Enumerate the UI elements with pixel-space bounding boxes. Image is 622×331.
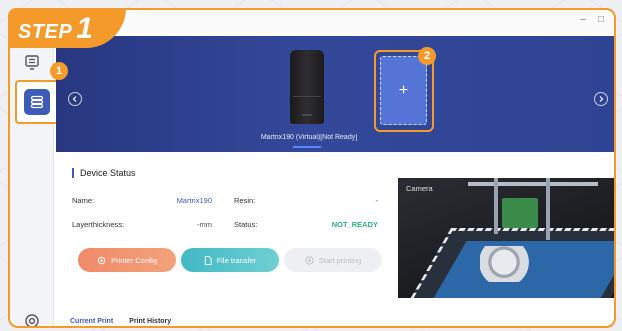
sidebar xyxy=(10,10,59,326)
printer-led xyxy=(302,114,312,116)
printer-label: Martrix190 (Virtual)[Not Ready] xyxy=(260,134,358,141)
printer-image xyxy=(290,50,324,124)
monitor-icon[interactable] xyxy=(19,50,45,76)
resin-label: Resin: xyxy=(234,196,256,205)
printer-config-button[interactable]: Printer Config xyxy=(78,248,176,272)
gantry-post xyxy=(546,178,550,240)
file-transfer-button[interactable]: File transfer xyxy=(181,248,279,272)
carousel-prev-button[interactable] xyxy=(68,92,82,106)
resin-value: - xyxy=(375,196,379,205)
devices-icon xyxy=(24,89,50,115)
start-printing-button[interactable]: Start printing xyxy=(284,248,382,272)
gantry-post xyxy=(494,178,498,234)
sidebar-item-devices[interactable] xyxy=(15,80,59,124)
status-value: NOT_READY xyxy=(331,220,378,229)
printer-selected-indicator xyxy=(293,146,321,148)
add-printer-button[interactable]: + xyxy=(380,56,427,125)
file-icon xyxy=(204,255,212,265)
layer-thickness-value: -mm xyxy=(197,220,212,229)
printer-card[interactable] xyxy=(286,50,328,126)
print-head xyxy=(502,198,538,228)
step-number: 1 xyxy=(76,12,93,45)
gear-icon xyxy=(97,256,106,264)
name-label: Name: xyxy=(72,196,95,205)
file-transfer-label: File transfer xyxy=(216,255,257,265)
app-window: – □ × Martrix190 (Virtual)[Not Ready] + … xyxy=(8,8,616,328)
callout-badge-2: 2 xyxy=(418,47,436,65)
tab-print-history[interactable]: Print History xyxy=(129,318,171,325)
layer-thickness-label: Layerthickness: xyxy=(72,220,125,229)
gantry-rail xyxy=(468,182,598,186)
maximize-button[interactable]: □ xyxy=(594,14,608,25)
device-status-title: Device Status xyxy=(72,168,136,178)
printer-carousel: Martrix190 (Virtual)[Not Ready] + xyxy=(56,36,614,152)
start-printing-label: Start printing xyxy=(318,255,362,265)
printer-config-label: Printer Config xyxy=(111,255,157,265)
camera-feed: Camera xyxy=(398,178,614,298)
carousel-next-button[interactable] xyxy=(594,92,608,106)
printed-part xyxy=(480,246,540,282)
callout-badge-1: 1 xyxy=(50,62,68,80)
close-button[interactable]: × xyxy=(612,14,614,25)
device-status-panel: Device Status Name: Martrix190 Resin: - … xyxy=(68,162,388,282)
status-label: Status: xyxy=(234,220,258,229)
camera-label: Camera xyxy=(406,184,433,193)
minimize-button[interactable]: – xyxy=(576,14,590,25)
settings-icon[interactable] xyxy=(19,308,45,326)
print-tabs: Current Print Print History xyxy=(70,318,171,325)
name-value: Martrix190 xyxy=(176,196,212,205)
play-icon xyxy=(305,255,314,265)
step-word: STEP xyxy=(18,21,73,43)
title-bar: – □ × xyxy=(54,10,614,34)
tab-current-print[interactable]: Current Print xyxy=(70,318,113,325)
